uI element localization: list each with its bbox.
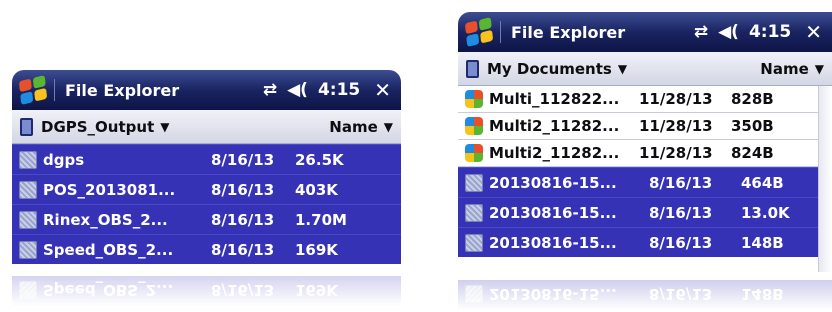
- reflected-file-row: Speed_OBS_2... 8/16/13 169K: [12, 276, 401, 306]
- speaker-volume-icon[interactable]: ◀(: [718, 22, 739, 42]
- file-size: 1.70M: [295, 210, 347, 229]
- generic-file-icon: [19, 180, 37, 199]
- document-icon: [20, 117, 33, 136]
- file-name: 20130816-15...: [489, 173, 617, 192]
- windows-file-icon: [465, 144, 483, 162]
- speaker-volume-icon[interactable]: ◀(: [287, 80, 308, 100]
- file-date: 8/16/13: [649, 233, 713, 252]
- connectivity-arrows-icon[interactable]: ⇄: [263, 80, 277, 100]
- reflected-file-date: 8/16/13: [649, 285, 713, 304]
- file-name: Rinex_OBS_2...: [43, 210, 168, 229]
- folder-dropdown[interactable]: My Documents: [487, 60, 612, 78]
- file-size: 828B: [731, 90, 774, 108]
- title-separator: [54, 79, 55, 101]
- file-row[interactable]: Speed_OBS_2... 8/16/13 169K: [12, 234, 401, 264]
- windows-file-icon: [465, 117, 483, 135]
- generic-file-icon: [465, 285, 483, 304]
- sort-dropdown[interactable]: Name: [760, 60, 808, 78]
- file-date: 8/16/13: [649, 203, 713, 222]
- scrollbar[interactable]: [818, 86, 832, 272]
- file-size: 13.0K: [741, 203, 790, 222]
- file-row[interactable]: 20130816-15... 8/16/13 13.0K: [458, 197, 818, 227]
- document-icon: [466, 59, 479, 78]
- file-name: dgps: [43, 150, 85, 169]
- chevron-down-icon[interactable]: ▼: [160, 120, 169, 134]
- file-name: POS_2013081...: [43, 180, 176, 199]
- folder-dropdown[interactable]: DGPS_Output: [41, 118, 154, 136]
- file-date: 8/16/13: [211, 180, 275, 199]
- window-title: File Explorer: [65, 80, 180, 100]
- file-size: 169K: [295, 240, 338, 259]
- file-row[interactable]: Rinex_OBS_2... 8/16/13 1.70M: [12, 204, 401, 234]
- reflected-file-size: 148B: [741, 285, 784, 304]
- file-date: 8/16/13: [649, 173, 713, 192]
- connectivity-arrows-icon[interactable]: ⇄: [694, 22, 708, 42]
- windows-start-icon[interactable]: [464, 17, 494, 47]
- file-name: Multi2_11282...: [489, 117, 620, 135]
- windows-file-icon: [465, 90, 483, 108]
- generic-file-icon: [465, 173, 483, 192]
- file-date: 8/16/13: [211, 240, 275, 259]
- file-size: 26.5K: [295, 150, 344, 169]
- file-row[interactable]: 20130816-15... 8/16/13 464B: [458, 167, 818, 197]
- generic-file-icon: [19, 150, 37, 169]
- file-name: Speed_OBS_2...: [43, 240, 174, 259]
- file-date: 11/28/13: [639, 117, 713, 135]
- reflected-file-name: 20130816-15...: [489, 285, 617, 304]
- file-name: 20130816-15...: [489, 233, 617, 252]
- title-separator: [500, 21, 501, 43]
- folder-menubar: My Documents ▼ Name ▼: [458, 52, 832, 86]
- right-window-reflection: 20130816-15... 8/16/13 148B: [458, 274, 832, 310]
- file-name: 20130816-15...: [489, 203, 617, 222]
- file-row[interactable]: Multi2_11282... 11/28/13 350B: [458, 113, 818, 140]
- file-name: Multi2_11282...: [489, 144, 620, 162]
- file-date: 8/16/13: [211, 210, 275, 229]
- file-explorer-window-left: File Explorer ⇄ ◀( 4:15 ✕ DGPS_Output ▼ …: [12, 70, 401, 266]
- reflected-file-name: Speed_OBS_2...: [43, 281, 174, 300]
- file-list: dgps 8/16/13 26.5K POS_2013081... 8/16/1…: [12, 144, 401, 264]
- generic-file-icon: [19, 210, 37, 229]
- generic-file-icon: [19, 281, 37, 300]
- clock-time[interactable]: 4:15: [749, 22, 791, 42]
- close-icon[interactable]: ✕: [374, 78, 391, 102]
- file-list: Multi_112822... 11/28/13 828B Multi2_112…: [458, 86, 818, 257]
- folder-menubar: DGPS_Output ▼ Name ▼: [12, 110, 401, 144]
- chevron-down-icon[interactable]: ▼: [384, 120, 393, 134]
- chevron-down-icon[interactable]: ▼: [618, 62, 627, 76]
- file-row[interactable]: 20130816-15... 8/16/13 148B: [458, 227, 818, 257]
- generic-file-icon: [465, 203, 483, 222]
- file-size: 464B: [741, 173, 784, 192]
- chevron-down-icon[interactable]: ▼: [815, 62, 824, 76]
- reflected-file-row: 20130816-15... 8/16/13 148B: [458, 280, 832, 310]
- file-size: 824B: [731, 144, 774, 162]
- reflected-file-size: 169K: [295, 281, 338, 300]
- file-size: 403K: [295, 180, 338, 199]
- file-date: 11/28/13: [639, 90, 713, 108]
- title-bar: File Explorer ⇄ ◀( 4:15 ✕: [12, 70, 401, 110]
- windows-start-icon[interactable]: [18, 75, 48, 105]
- file-row[interactable]: dgps 8/16/13 26.5K: [12, 144, 401, 174]
- file-size: 350B: [731, 117, 774, 135]
- generic-file-icon: [19, 240, 37, 259]
- clock-time[interactable]: 4:15: [318, 80, 360, 100]
- file-date: 8/16/13: [211, 150, 275, 169]
- file-date: 11/28/13: [639, 144, 713, 162]
- generic-file-icon: [465, 233, 483, 252]
- file-row[interactable]: Multi_112822... 11/28/13 828B: [458, 86, 818, 113]
- left-window-reflection: Speed_OBS_2... 8/16/13 169K: [12, 266, 401, 306]
- close-icon[interactable]: ✕: [805, 20, 822, 44]
- file-name: Multi_112822...: [489, 90, 620, 108]
- sort-dropdown[interactable]: Name: [329, 118, 377, 136]
- file-row[interactable]: Multi2_11282... 11/28/13 824B: [458, 140, 818, 167]
- reflected-file-date: 8/16/13: [211, 281, 275, 300]
- file-size: 148B: [741, 233, 784, 252]
- window-title: File Explorer: [511, 22, 626, 42]
- title-bar: File Explorer ⇄ ◀( 4:15 ✕: [458, 12, 832, 52]
- file-row[interactable]: POS_2013081... 8/16/13 403K: [12, 174, 401, 204]
- file-explorer-window-right: File Explorer ⇄ ◀( 4:15 ✕ My Documents ▼…: [458, 12, 832, 272]
